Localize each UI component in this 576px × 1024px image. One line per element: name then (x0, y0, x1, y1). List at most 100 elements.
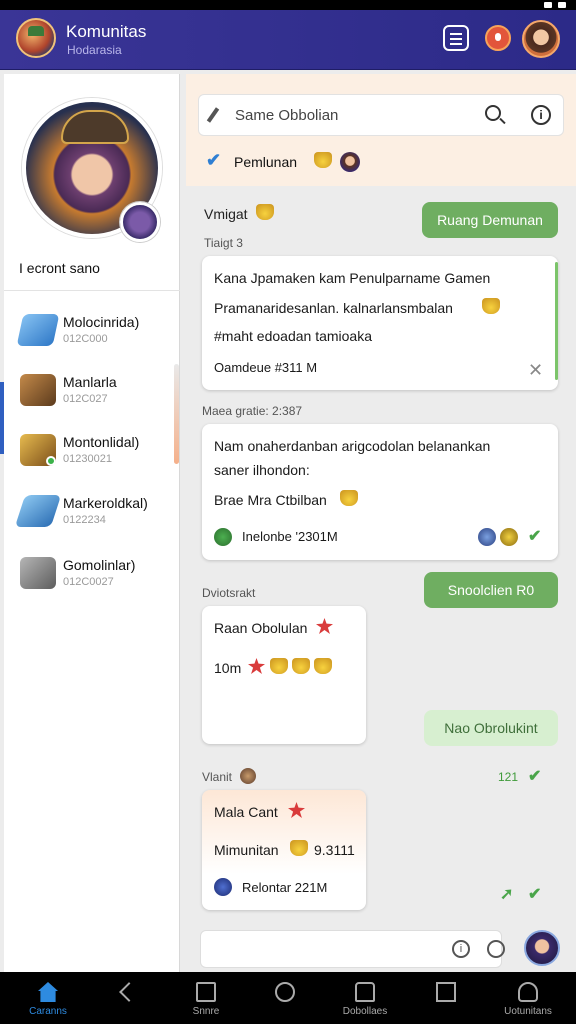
status-icons (544, 0, 566, 10)
message-value: 9.3111 (314, 842, 355, 858)
sidebar-item-label: Manlarla (63, 374, 117, 390)
news-icon[interactable] (443, 25, 469, 51)
nav-home[interactable]: Caranns (8, 972, 88, 1024)
back-icon (119, 982, 139, 1002)
blue-blade-icon (14, 495, 62, 527)
sidebar-item-2[interactable]: Manlarla 012C027 (4, 366, 174, 424)
emoji-icon[interactable] (487, 940, 505, 958)
message-footer: Oamdeue #311 M (214, 360, 318, 375)
star-emoji-icon (248, 658, 265, 674)
message-footer: Relontar 221M (242, 880, 328, 895)
composer-avatar[interactable] (524, 930, 560, 966)
sidebar-item-1[interactable]: Molocinrida) 012C000 (4, 306, 174, 364)
notification-icon[interactable] (485, 25, 511, 51)
sidebar-item-label: Montonlidal) (63, 434, 140, 450)
avatar-mini-icon (500, 528, 518, 546)
room-button[interactable]: Ruang Demunan (422, 202, 558, 238)
info-icon[interactable]: i (531, 105, 551, 125)
sidebar-item-4[interactable]: Markeroldkal) 0122234 (4, 487, 174, 545)
user-avatar[interactable] (522, 20, 560, 58)
blue-crystal-icon (16, 314, 60, 346)
user-icon (518, 982, 538, 1002)
nav-communities[interactable]: Uotunitans (488, 972, 568, 1024)
crown-emoji-icon (256, 204, 274, 220)
pinned-area: Same Obbolian i ✔ Pemlunan (186, 74, 576, 186)
crown-emoji-icon (314, 658, 332, 674)
pinned-avatar (340, 152, 360, 172)
nav-documents[interactable]: Dobollaes (325, 972, 405, 1024)
message-time: 121 (498, 770, 519, 784)
message-line: Nam onaherdanban arigcodolan belanankan (214, 438, 491, 454)
suggestion-button[interactable]: Nao Obrolukint (424, 710, 558, 746)
sidebar-scrollbar[interactable] (174, 364, 179, 464)
bottom-navbar: Caranns Snnre Dobollaes Uotunitans (0, 972, 576, 1024)
message-line: Pramanaridesanlan. kalnarlansmbalan (214, 300, 453, 316)
divider (4, 290, 180, 291)
message-line: Brae Mra Ctbilban (214, 492, 327, 508)
section-label: Maea gratie: 2:387 (202, 404, 303, 418)
forward-icon[interactable]: ➚ (500, 884, 513, 904)
reaction-count: 10m (214, 660, 242, 676)
nav-recents[interactable] (406, 972, 486, 1024)
message-card[interactable]: Nam onaherdanban arigcodolan belanankan … (202, 424, 558, 560)
battery-icon (558, 2, 566, 8)
close-icon[interactable]: ✕ (528, 360, 543, 381)
sidebar-item-sub: 01230021 (63, 453, 112, 465)
app-logo[interactable] (16, 18, 56, 58)
hashtag-text[interactable]: #maht edoadan tamioaka (214, 328, 372, 344)
nav-label: Snnre (192, 1006, 220, 1017)
section-label: Vlanit (202, 770, 233, 784)
status-bar (0, 0, 576, 10)
signal-icon (544, 2, 552, 8)
message-title: Mala Cant (214, 804, 278, 820)
crown-emoji-icon (270, 658, 288, 674)
sidebar-item-sub: 0122234 (63, 514, 106, 526)
nav-home-circle[interactable] (245, 972, 325, 1024)
message-line: saner ilhondon: (214, 462, 310, 478)
search-bar[interactable]: Same Obbolian i (198, 94, 564, 136)
silver-chest-icon (20, 557, 56, 589)
star-emoji-icon (316, 618, 333, 634)
app-subtitle: Hodarasia (67, 43, 122, 57)
pinned-label: Pemlunan (234, 154, 298, 170)
sidebar: I ecront sano Molocinrida) 012C000 Manla… (0, 74, 180, 972)
app-title: Komunitas (66, 22, 147, 41)
message-card[interactable]: Raan Obolulan 10m (202, 606, 366, 744)
message-card[interactable]: Mala Cant Mimunitan 9.3111 Relontar 221M (202, 790, 366, 910)
info-icon[interactable]: i (452, 940, 470, 958)
profile-name: I ecront sano (19, 260, 100, 276)
crown-emoji-icon (340, 490, 358, 506)
share-icon (196, 982, 216, 1002)
app-header: Komunitas Hodarasia (0, 10, 576, 70)
avatar-mini-icon (240, 768, 256, 784)
crown-emoji-icon (482, 298, 500, 314)
user-mini-icon (214, 528, 232, 546)
search-input[interactable]: Same Obbolian (235, 107, 338, 124)
sidebar-item-sub: 012C000 (63, 333, 108, 345)
nav-back[interactable] (86, 972, 166, 1024)
profile-badge-icon (120, 202, 160, 242)
chat-panel: Same Obbolian i ✔ Pemlunan Vmigat Tiaigt… (186, 74, 576, 972)
check-icon[interactable]: ✔ (528, 526, 541, 546)
message-card[interactable]: Kana Jpamaken kam Penulparname Gamen Pra… (202, 256, 558, 390)
search-icon[interactable] (485, 105, 501, 121)
message-time: Tiaigt 3 (204, 236, 243, 250)
message-line: Kana Jpamaken kam Penulparname Gamen (214, 270, 491, 286)
treasure-chest-icon (20, 374, 56, 406)
crown-emoji-icon (290, 840, 308, 856)
sidebar-item-3[interactable]: Montonlidal) 01230021 (4, 426, 174, 484)
section-label: Dviotsrakt (202, 586, 256, 600)
message-footer: Inelonbe '2301M (242, 529, 338, 544)
avatar-mini-icon (478, 528, 496, 546)
sidebar-item-5[interactable]: Gomolinlar) 012C0027 (4, 549, 174, 607)
nav-label: Caranns (29, 1006, 67, 1017)
crown-emoji-icon (292, 658, 310, 674)
nav-label: Uotunitans (504, 1006, 552, 1017)
sidebar-item-label: Markeroldkal) (63, 495, 148, 511)
nav-share[interactable]: Snnre (166, 972, 246, 1024)
check-icon[interactable]: ✔ (528, 884, 541, 904)
reply-button[interactable]: Snoolclien R0 (424, 572, 558, 608)
circle-icon (275, 982, 295, 1002)
card-accent (555, 262, 558, 380)
edit-icon (206, 107, 220, 123)
